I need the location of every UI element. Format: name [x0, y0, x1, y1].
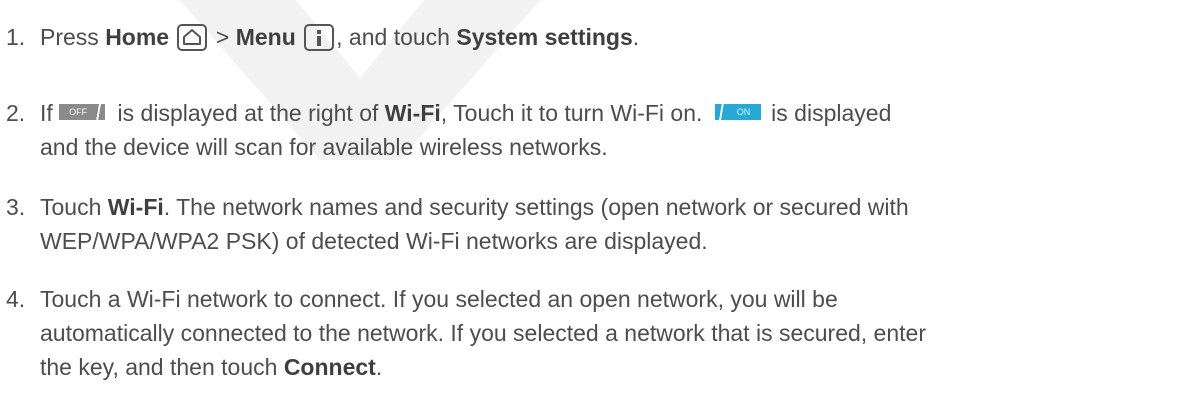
home-icon [177, 24, 208, 51]
wifi-label: Wi-Fi [384, 100, 441, 126]
step-text: Touch Wi-Fi. The network names and secur… [40, 190, 1180, 258]
toggle-off-icon: OFF [59, 104, 106, 120]
step-number: 3. [6, 194, 26, 220]
toggle-on-icon: ON [714, 104, 761, 120]
text-fragment: Press [40, 24, 106, 50]
system-settings-label: System settings [456, 24, 633, 50]
text-fragment: . The network names and security setting… [163, 194, 909, 220]
text-fragment: . [375, 354, 383, 380]
step-line: automatically connected to the network. … [40, 320, 926, 346]
step-text: Press Home > Menu , and touch System set… [40, 20, 1180, 54]
text-fragment: is displayed at the right of [111, 100, 385, 126]
text-fragment: the key, and then touch [40, 354, 284, 380]
step-line: If OFF is displayed at the right of Wi-F… [40, 96, 1180, 130]
step-text: If OFF is displayed at the right of Wi-F… [40, 96, 1180, 164]
step-4-continuation: automatically connected to the network. … [40, 316, 1180, 350]
step-line: Touch Wi-Fi. The network names and secur… [40, 190, 1180, 224]
text-fragment: , Touch it to turn Wi-Fi on. [440, 100, 709, 126]
text-fragment: , and touch [336, 24, 457, 50]
connect-label: Connect [283, 354, 376, 380]
text-fragment: > [209, 24, 236, 50]
toggle-on-label: ON [736, 107, 751, 117]
home-label: Home [105, 24, 170, 50]
step-line: Touch a Wi-Fi network to connect. If you… [40, 286, 838, 312]
step-text: Touch a Wi-Fi network to connect. If you… [40, 282, 1180, 316]
text-fragment: If [40, 100, 60, 126]
wifi-label: Wi-Fi [107, 194, 164, 220]
text-fragment: Touch [40, 194, 108, 220]
step-line: WEP/WPA/WPA2 PSK) of detected Wi-Fi netw… [40, 228, 708, 254]
step-line: the key, and then touch Connect. [40, 350, 1180, 384]
step-number: 1. [6, 24, 26, 50]
menu-label: Menu [235, 24, 296, 50]
toggle-off-label: OFF [69, 107, 88, 117]
text-fragment: is displayed [764, 100, 892, 126]
text-fragment: . [632, 24, 640, 50]
step-number: 4. [6, 286, 26, 312]
step-line: and the device will scan for available w… [40, 134, 608, 160]
step-number: 2. [6, 100, 26, 126]
menu-icon [304, 24, 335, 51]
